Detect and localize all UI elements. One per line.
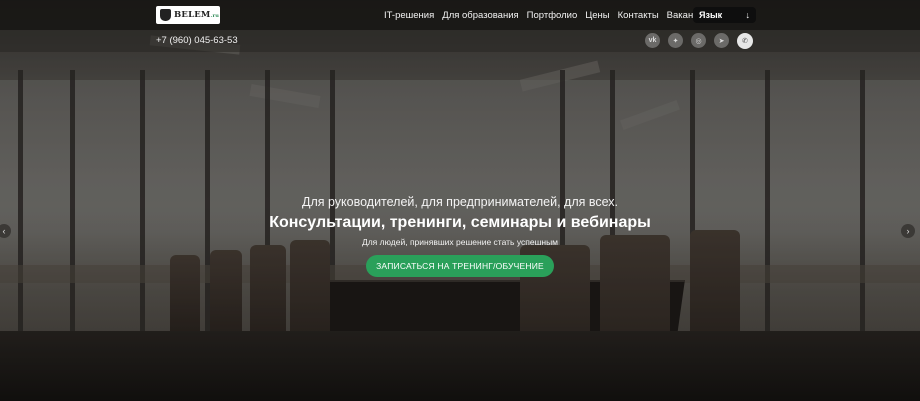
arrow-down-icon: ↓ <box>745 10 751 20</box>
carousel-next-button[interactable]: › <box>901 224 915 238</box>
shield-icon <box>160 9 171 21</box>
telegram-icon[interactable]: ➤ <box>714 33 729 48</box>
instagram-icon[interactable]: ◎ <box>691 33 706 48</box>
nav-prices[interactable]: Цены <box>585 10 609 21</box>
nav-it-solutions[interactable]: IT-решения <box>384 10 434 21</box>
social-links: vk ✦ ◎ ➤ ✆ <box>645 33 753 49</box>
nav-contacts[interactable]: Контакты <box>618 10 659 21</box>
hero-pretitle: Для руководителей, для предпринимателей,… <box>301 195 619 209</box>
language-select[interactable]: Язык ↓ <box>693 7 756 23</box>
vk-icon[interactable]: vk <box>645 33 660 48</box>
hero-content: Для руководителей, для предпринимателей,… <box>0 195 920 277</box>
twitter-icon[interactable]: ✦ <box>668 33 683 48</box>
phone-number[interactable]: +7 (960) 045-63-53 <box>156 35 238 46</box>
nav-portfolio[interactable]: Портфолио <box>527 10 578 21</box>
contact-bar <box>0 30 920 52</box>
hero-title: Консультации, тренинги, семинары и вебин… <box>269 214 651 231</box>
main-nav: IT-решения Для образования Портфолио Цен… <box>384 0 709 30</box>
logo-text: BELEM.ru <box>174 10 220 20</box>
top-header: BELEM.ru IT-решения Для образования Порт… <box>0 0 920 30</box>
nav-education[interactable]: Для образования <box>442 10 518 21</box>
signup-training-button[interactable]: ЗАПИСАТЬСЯ НА ТРЕНИНГ/ОБУЧЕНИЕ <box>366 255 554 277</box>
hero-subtitle: Для людей, принявших решение стать успеш… <box>361 237 559 247</box>
language-label: Язык <box>699 10 723 20</box>
site-logo[interactable]: BELEM.ru <box>156 6 220 24</box>
whatsapp-icon[interactable]: ✆ <box>737 33 753 49</box>
